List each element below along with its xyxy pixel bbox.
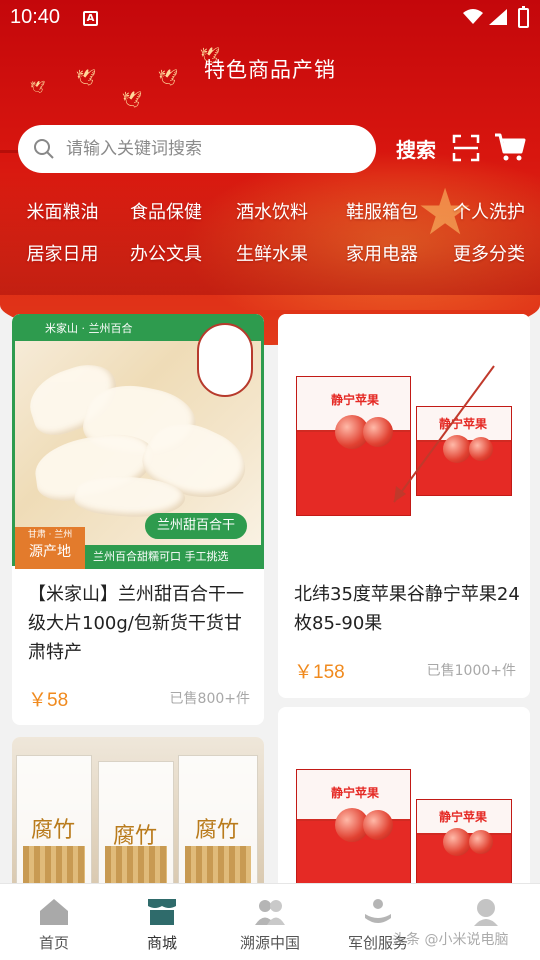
home-icon [40, 899, 68, 925]
product-name: 北纬35度苹果谷静宁苹果24枚85-90果 [294, 584, 520, 634]
tab-home[interactable]: 首页 [0, 884, 108, 960]
product-sold-count: 已售1000+件 [426, 663, 516, 679]
status-time: 10:40 [10, 6, 61, 28]
box-label: 静宁苹果 [331, 786, 380, 800]
tab-store[interactable]: 商城 [108, 884, 216, 960]
image-footer-text: 兰州百合甜糯可口 手工挑选 [85, 545, 264, 569]
tab-traceability[interactable]: 溯源中国 [216, 884, 324, 960]
product-name: 【米家山】兰州甜百合干一级大片100g/包新货干货甘肃特产 [28, 584, 244, 663]
tofu-bag: 腐竹 [178, 755, 258, 897]
tofu-bag: 腐竹 [98, 761, 174, 897]
tab-label: 商城 [146, 934, 177, 952]
search-input[interactable] [66, 139, 356, 159]
product-image: 米家山 · 兰州百合 兰州甜百合干 甘肃 · 兰州 源产地 兰州百合甜糯可口 手… [12, 314, 264, 569]
product-card[interactable]: 静宁苹果 静宁苹果 [278, 707, 530, 897]
product-image: 腐竹 腐竹 腐竹 [12, 737, 264, 897]
search-bar[interactable] [18, 125, 376, 173]
apple-box: 静宁苹果 [296, 769, 411, 897]
status-bar: 10:40 A [0, 0, 540, 38]
product-tag: 兰州甜百合干 [144, 513, 247, 539]
category-item[interactable]: 居家日用 [0, 240, 125, 266]
signal-icon [489, 9, 507, 25]
scan-icon[interactable] [452, 134, 480, 162]
search-icon [32, 137, 56, 161]
product-card[interactable]: 米家山 · 兰州百合 兰州甜百合干 甘肃 · 兰州 源产地 兰州百合甜糯可口 手… [12, 314, 264, 725]
category-item[interactable]: 生鲜水果 [217, 240, 327, 266]
category-item[interactable]: 家用电器 [327, 240, 437, 266]
product-sold-count: 已售800+件 [169, 691, 250, 707]
tofu-bag: 腐竹 [16, 755, 92, 897]
watermark: 头条 @小米说电脑 [392, 932, 509, 948]
category-item[interactable]: 米面粮油 [0, 198, 125, 224]
certification-badge [197, 323, 253, 397]
origin-region: 甘肃 · 兰州 [27, 530, 73, 540]
bag-label: 腐竹 [195, 818, 240, 843]
tab-label: 首页 [38, 934, 69, 952]
category-item[interactable]: 食品保健 [125, 198, 207, 224]
people-icon [255, 900, 285, 925]
search-button[interactable]: 搜索 [396, 134, 436, 163]
box-label: 静宁苹果 [331, 393, 380, 407]
service-hand-icon [365, 899, 391, 923]
notification-a-icon: A [83, 11, 98, 26]
product-price: ￥158 [294, 662, 345, 683]
bag-label: 腐竹 [31, 818, 76, 843]
category-item[interactable]: 酒水饮料 [217, 198, 327, 224]
category-item[interactable]: 鞋服箱包 [327, 198, 437, 224]
apple-icon [363, 810, 393, 840]
category-item[interactable]: 办公文具 [125, 240, 207, 266]
more-categories[interactable]: 更多分类 [439, 240, 539, 266]
wifi-icon [463, 9, 483, 24]
product-card[interactable]: 静宁苹果 静宁苹果 北纬35度苹果谷静宁苹果24枚85-90果 ￥158 已售1… [278, 314, 530, 698]
apple-box: 静宁苹果 [416, 799, 512, 889]
apple-icon [443, 828, 471, 856]
product-price: ￥58 [28, 690, 69, 711]
category-grid: 米面粮油 食品保健 酒水饮料 鞋服箱包 个人洗护 居家日用 办公文具 生鲜水果 … [0, 190, 540, 274]
product-card[interactable]: 腐竹 腐竹 腐竹 [12, 737, 264, 897]
product-image: 静宁苹果 静宁苹果 [278, 707, 530, 897]
arrow-annotation [393, 365, 495, 503]
profile-icon [474, 899, 498, 926]
cart-icon[interactable] [494, 132, 526, 162]
page-title: 特色商品产销 [204, 58, 336, 82]
box-label: 静宁苹果 [439, 810, 488, 824]
origin-label: 源产地 [29, 544, 71, 560]
bird-icon: 🕊 [122, 90, 143, 109]
store-icon [148, 899, 176, 925]
product-image: 静宁苹果 静宁苹果 [278, 314, 530, 564]
tab-label: 溯源中国 [239, 934, 300, 952]
category-item[interactable]: 个人洗护 [439, 198, 539, 224]
origin-badge: 甘肃 · 兰州 源产地 [15, 527, 85, 569]
apple-icon [469, 830, 493, 854]
battery-icon [518, 6, 529, 28]
